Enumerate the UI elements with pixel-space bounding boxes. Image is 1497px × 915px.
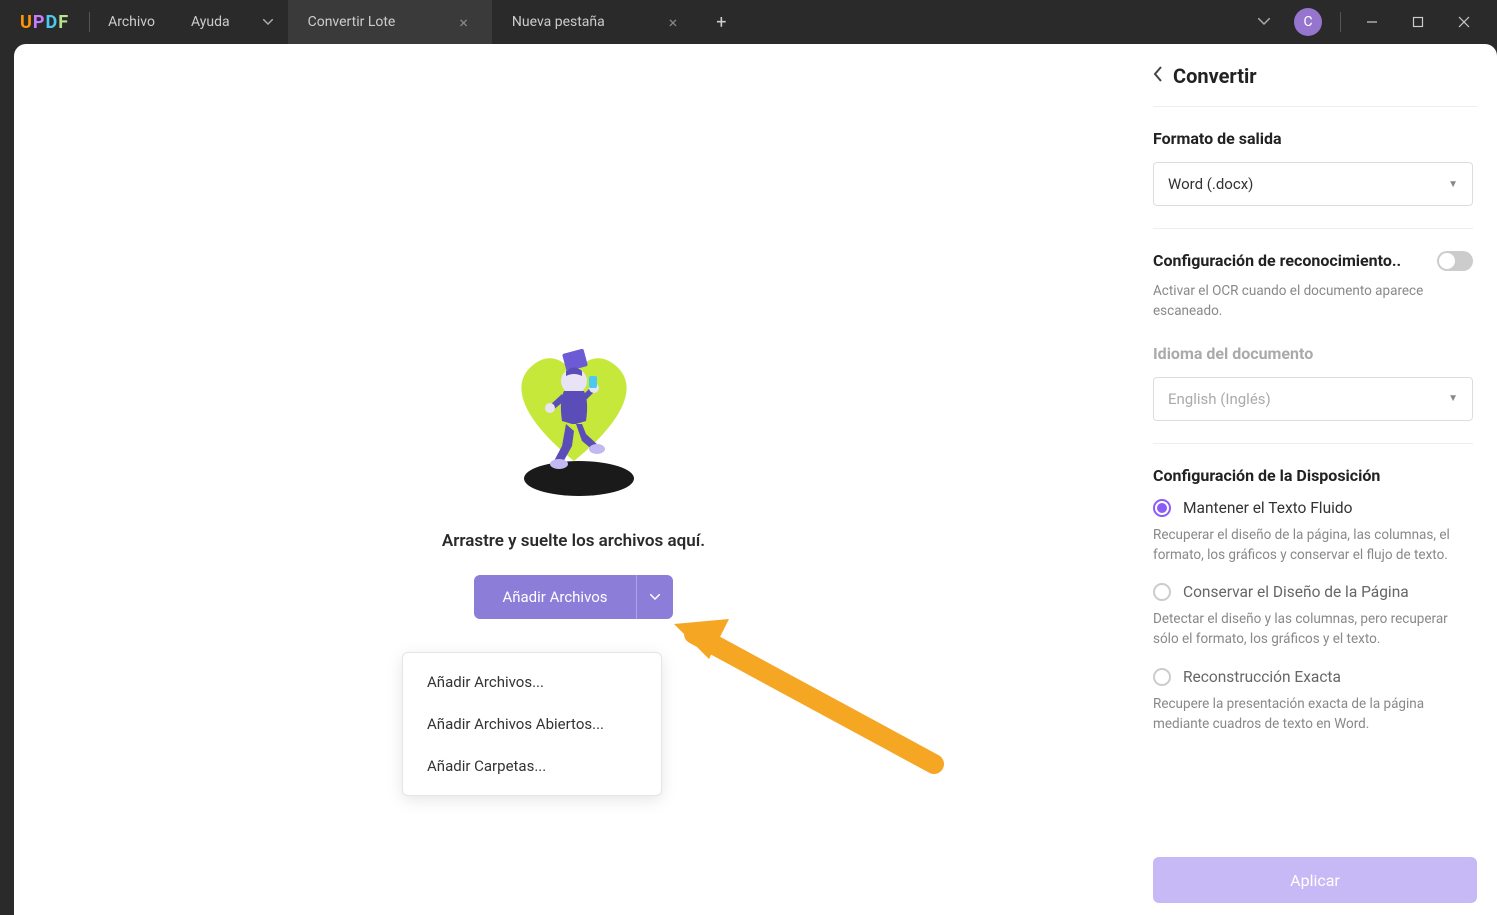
ocr-help-text: Activar el OCR cuando el documento apare… xyxy=(1153,281,1473,322)
user-avatar[interactable]: C xyxy=(1294,8,1322,36)
window-controls xyxy=(1349,6,1497,38)
tab-convert-batch[interactable]: Convertir Lote × xyxy=(288,0,492,44)
ocr-toggle[interactable] xyxy=(1437,251,1473,271)
tab-label: Convertir Lote xyxy=(308,14,396,30)
back-button[interactable] xyxy=(1153,66,1163,86)
radio-flowing-text[interactable] xyxy=(1153,499,1171,517)
apply-button[interactable]: Aplicar xyxy=(1153,857,1477,903)
tab-close-icon[interactable]: × xyxy=(665,13,682,32)
doc-language-label: Idioma del documento xyxy=(1153,344,1473,363)
tab-list-dropdown[interactable] xyxy=(248,0,288,44)
layout-config-label: Configuración de la Disposición xyxy=(1153,466,1473,485)
radio-preserve-layout[interactable] xyxy=(1153,583,1171,601)
dropdown-add-folders[interactable]: Añadir Carpetas... xyxy=(403,745,661,787)
radio-exact-reconstruction[interactable] xyxy=(1153,668,1171,686)
radio-exact-reconstruction-label: Reconstrucción Exacta xyxy=(1183,668,1341,686)
chevron-down-icon: ▼ xyxy=(1448,179,1458,190)
sidebar-header: Convertir xyxy=(1153,64,1477,107)
main-drop-area[interactable]: Arrastre y suelte los archivos aquí. Aña… xyxy=(14,44,1133,915)
chevron-down-icon: ▼ xyxy=(1448,393,1458,404)
tab-new[interactable]: Nueva pestaña × xyxy=(492,0,701,44)
dropdown-add-files[interactable]: Añadir Archivos... xyxy=(403,661,661,703)
history-dropdown[interactable] xyxy=(1244,18,1284,26)
menu-help[interactable]: Ayuda xyxy=(173,14,248,30)
illustration xyxy=(484,341,664,501)
divider xyxy=(1153,443,1473,444)
maximize-button[interactable] xyxy=(1395,6,1441,38)
radio-flowing-text-label: Mantener el Texto Fluido xyxy=(1183,499,1352,517)
ocr-config-label: Configuración de reconocimiento.. xyxy=(1153,251,1427,270)
drop-instruction-text: Arrastre y suelte los archivos aquí. xyxy=(442,531,705,551)
add-files-dropdown-caret[interactable] xyxy=(637,575,673,619)
convert-sidebar: Convertir Formato de salida Word (.docx)… xyxy=(1133,44,1497,915)
sidebar-title: Convertir xyxy=(1173,64,1257,88)
add-files-dropdown-menu: Añadir Archivos... Añadir Archivos Abier… xyxy=(402,652,662,796)
close-button[interactable] xyxy=(1441,6,1487,38)
titlebar: UPDF Archivo Ayuda Convertir Lote × Nuev… xyxy=(0,0,1497,44)
radio-flowing-text-help: Recuperar el diseño de la página, las co… xyxy=(1153,525,1473,566)
tab-add-button[interactable]: + xyxy=(701,12,741,33)
radio-preserve-layout-label: Conservar el Diseño de la Página xyxy=(1183,583,1409,601)
radio-preserve-layout-help: Detectar el diseño y las columnas, pero … xyxy=(1153,609,1473,650)
output-format-select[interactable]: Word (.docx) ▼ xyxy=(1153,162,1473,206)
divider xyxy=(1153,228,1473,229)
tab-close-icon[interactable]: × xyxy=(455,13,472,32)
output-format-value: Word (.docx) xyxy=(1168,175,1253,193)
minimize-button[interactable] xyxy=(1349,6,1395,38)
tab-row: Convertir Lote × Nueva pestaña × + xyxy=(248,0,1244,44)
menu-file[interactable]: Archivo xyxy=(90,14,173,30)
divider xyxy=(1340,12,1341,32)
app-logo: UPDF xyxy=(0,12,89,33)
doc-language-value: English (Inglés) xyxy=(1168,390,1271,408)
add-files-button[interactable]: Añadir Archivos xyxy=(474,575,636,619)
add-files-button-group: Añadir Archivos xyxy=(474,575,672,619)
tab-label: Nueva pestaña xyxy=(512,14,605,30)
dropdown-add-open-files[interactable]: Añadir Archivos Abiertos... xyxy=(403,703,661,745)
toggle-knob xyxy=(1439,253,1455,269)
radio-exact-reconstruction-help: Recupere la presentación exacta de la pá… xyxy=(1153,694,1473,735)
annotation-arrow xyxy=(654,604,954,784)
output-format-label: Formato de salida xyxy=(1153,129,1473,148)
doc-language-select[interactable]: English (Inglés) ▼ xyxy=(1153,377,1473,421)
